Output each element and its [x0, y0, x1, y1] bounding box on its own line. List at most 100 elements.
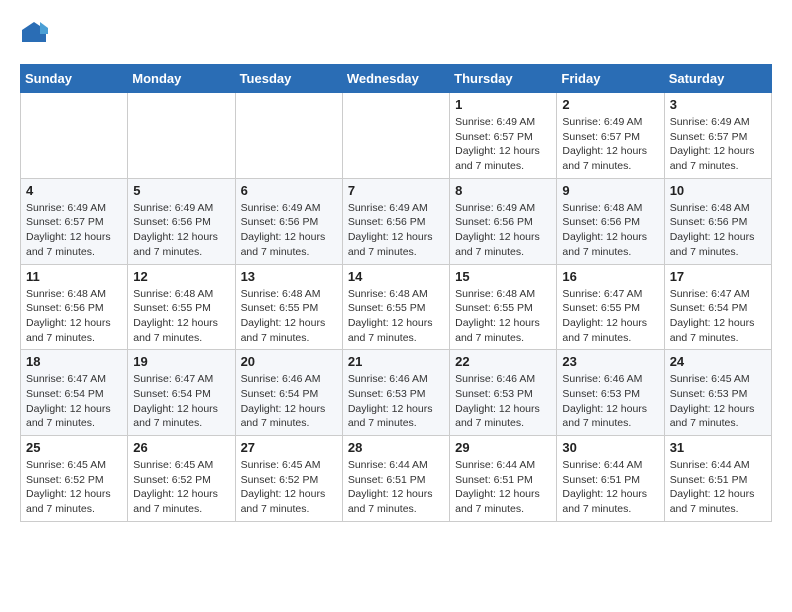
day-info: Sunrise: 6:48 AMSunset: 6:55 PMDaylight:… — [241, 287, 337, 346]
calendar-day: 20 Sunrise: 6:46 AMSunset: 6:54 PMDayligh… — [235, 350, 342, 436]
calendar-day: 12 Sunrise: 6:48 AMSunset: 6:55 PMDayligh… — [128, 264, 235, 350]
calendar-day: 3Sunrise: 6:49 AMSunset: 6:57 PMDaylight… — [664, 93, 771, 179]
calendar-day: 29Sunrise: 6:44 AMSunset: 6:51 PMDayligh… — [450, 436, 557, 522]
calendar-day: 19 Sunrise: 6:47 AMSunset: 6:54 PMDayligh… — [128, 350, 235, 436]
calendar-day: 6 Sunrise: 6:49 AMSunset: 6:56 PMDaylight… — [235, 178, 342, 264]
day-number: 14 — [348, 269, 444, 284]
logo-icon — [20, 20, 48, 48]
calendar-week-3: 11 Sunrise: 6:48 AMSunset: 6:56 PMDayligh… — [21, 264, 772, 350]
day-info: Sunrise: 6:47 AMSunset: 6:54 PMDaylight:… — [670, 287, 766, 346]
day-info: Sunrise: 6:44 AMSunset: 6:51 PMDaylight:… — [562, 458, 658, 517]
calendar-day: 21 Sunrise: 6:46 AMSunset: 6:53 PMDayligh… — [342, 350, 449, 436]
calendar-day: 4 Sunrise: 6:49 AMSunset: 6:57 PMDaylight… — [21, 178, 128, 264]
day-number: 26 — [133, 440, 229, 455]
day-info: Sunrise: 6:49 AMSunset: 6:57 PMDaylight:… — [562, 115, 658, 174]
calendar-day: 1 Sunrise: 6:49 AMSunset: 6:57 PMDaylight… — [450, 93, 557, 179]
day-number: 12 — [133, 269, 229, 284]
day-number: 8 — [455, 183, 551, 198]
day-info: Sunrise: 6:44 AMSunset: 6:51 PMDaylight:… — [348, 458, 444, 517]
col-header-sunday: Sunday — [21, 65, 128, 93]
calendar-day: 5 Sunrise: 6:49 AMSunset: 6:56 PMDaylight… — [128, 178, 235, 264]
calendar-table: SundayMondayTuesdayWednesdayThursdayFrid… — [20, 64, 772, 522]
day-number: 30 — [562, 440, 658, 455]
day-number: 28 — [348, 440, 444, 455]
day-number: 6 — [241, 183, 337, 198]
calendar-day: 8Sunrise: 6:49 AMSunset: 6:56 PMDaylight… — [450, 178, 557, 264]
day-info: Sunrise: 6:46 AMSunset: 6:53 PMDaylight:… — [455, 372, 551, 431]
day-number: 17 — [670, 269, 766, 284]
col-header-tuesday: Tuesday — [235, 65, 342, 93]
calendar-day — [128, 93, 235, 179]
calendar-header-row: SundayMondayTuesdayWednesdayThursdayFrid… — [21, 65, 772, 93]
calendar-day: 2 Sunrise: 6:49 AMSunset: 6:57 PMDaylight… — [557, 93, 664, 179]
day-info: Sunrise: 6:48 AMSunset: 6:55 PMDaylight:… — [348, 287, 444, 346]
day-info: Sunrise: 6:47 AMSunset: 6:54 PMDaylight:… — [133, 372, 229, 431]
day-number: 5 — [133, 183, 229, 198]
col-header-monday: Monday — [128, 65, 235, 93]
calendar-day: 15 Sunrise: 6:48 AMSunset: 6:55 PMDayligh… — [450, 264, 557, 350]
calendar-day: 14 Sunrise: 6:48 AMSunset: 6:55 PMDayligh… — [342, 264, 449, 350]
calendar-day: 30 Sunrise: 6:44 AMSunset: 6:51 PMDayligh… — [557, 436, 664, 522]
day-number: 4 — [26, 183, 122, 198]
day-number: 31 — [670, 440, 766, 455]
day-number: 20 — [241, 354, 337, 369]
day-number: 22 — [455, 354, 551, 369]
day-info: Sunrise: 6:49 AMSunset: 6:57 PMDaylight:… — [26, 201, 122, 260]
calendar-day: 26 Sunrise: 6:45 AMSunset: 6:52 PMDayligh… — [128, 436, 235, 522]
day-info: Sunrise: 6:48 AMSunset: 6:55 PMDaylight:… — [455, 287, 551, 346]
calendar-day: 22 Sunrise: 6:46 AMSunset: 6:53 PMDayligh… — [450, 350, 557, 436]
day-info: Sunrise: 6:45 AMSunset: 6:53 PMDaylight:… — [670, 372, 766, 431]
day-info: Sunrise: 6:46 AMSunset: 6:53 PMDaylight:… — [348, 372, 444, 431]
day-number: 7 — [348, 183, 444, 198]
calendar-day: 24 Sunrise: 6:45 AMSunset: 6:53 PMDayligh… — [664, 350, 771, 436]
day-number: 13 — [241, 269, 337, 284]
day-number: 18 — [26, 354, 122, 369]
calendar-week-1: 1 Sunrise: 6:49 AMSunset: 6:57 PMDaylight… — [21, 93, 772, 179]
col-header-thursday: Thursday — [450, 65, 557, 93]
calendar-day: 25 Sunrise: 6:45 AMSunset: 6:52 PMDayligh… — [21, 436, 128, 522]
day-number: 19 — [133, 354, 229, 369]
col-header-saturday: Saturday — [664, 65, 771, 93]
day-number: 24 — [670, 354, 766, 369]
calendar-week-4: 18 Sunrise: 6:47 AMSunset: 6:54 PMDayligh… — [21, 350, 772, 436]
day-number: 2 — [562, 97, 658, 112]
day-info: Sunrise: 6:44 AMSunset: 6:51 PMDaylight:… — [670, 458, 766, 517]
calendar-day — [235, 93, 342, 179]
day-info: Sunrise: 6:49 AMSunset: 6:56 PMDaylight:… — [348, 201, 444, 260]
day-number: 23 — [562, 354, 658, 369]
calendar-day: 13 Sunrise: 6:48 AMSunset: 6:55 PMDayligh… — [235, 264, 342, 350]
calendar-day — [21, 93, 128, 179]
calendar-day: 28 Sunrise: 6:44 AMSunset: 6:51 PMDayligh… — [342, 436, 449, 522]
day-info: Sunrise: 6:45 AMSunset: 6:52 PMDaylight:… — [26, 458, 122, 517]
col-header-friday: Friday — [557, 65, 664, 93]
calendar-week-5: 25 Sunrise: 6:45 AMSunset: 6:52 PMDayligh… — [21, 436, 772, 522]
calendar-day: 10Sunrise: 6:48 AMSunset: 6:56 PMDayligh… — [664, 178, 771, 264]
day-info: Sunrise: 6:46 AMSunset: 6:54 PMDaylight:… — [241, 372, 337, 431]
day-info: Sunrise: 6:47 AMSunset: 6:55 PMDaylight:… — [562, 287, 658, 346]
day-info: Sunrise: 6:48 AMSunset: 6:56 PMDaylight:… — [26, 287, 122, 346]
calendar-day: 27 Sunrise: 6:45 AMSunset: 6:52 PMDayligh… — [235, 436, 342, 522]
calendar-day: 23 Sunrise: 6:46 AMSunset: 6:53 PMDayligh… — [557, 350, 664, 436]
logo — [20, 20, 52, 48]
calendar-day: 9Sunrise: 6:48 AMSunset: 6:56 PMDaylight… — [557, 178, 664, 264]
day-number: 27 — [241, 440, 337, 455]
day-info: Sunrise: 6:49 AMSunset: 6:56 PMDaylight:… — [241, 201, 337, 260]
day-number: 10 — [670, 183, 766, 198]
day-info: Sunrise: 6:48 AMSunset: 6:55 PMDaylight:… — [133, 287, 229, 346]
day-info: Sunrise: 6:44 AMSunset: 6:51 PMDaylight:… — [455, 458, 551, 517]
day-number: 25 — [26, 440, 122, 455]
day-number: 21 — [348, 354, 444, 369]
day-info: Sunrise: 6:49 AMSunset: 6:56 PMDaylight:… — [133, 201, 229, 260]
day-info: Sunrise: 6:49 AMSunset: 6:57 PMDaylight:… — [455, 115, 551, 174]
calendar-day: 31 Sunrise: 6:44 AMSunset: 6:51 PMDayligh… — [664, 436, 771, 522]
day-number: 15 — [455, 269, 551, 284]
day-number: 1 — [455, 97, 551, 112]
day-info: Sunrise: 6:46 AMSunset: 6:53 PMDaylight:… — [562, 372, 658, 431]
day-info: Sunrise: 6:45 AMSunset: 6:52 PMDaylight:… — [241, 458, 337, 517]
day-number: 16 — [562, 269, 658, 284]
day-info: Sunrise: 6:45 AMSunset: 6:52 PMDaylight:… — [133, 458, 229, 517]
day-number: 11 — [26, 269, 122, 284]
calendar-week-2: 4 Sunrise: 6:49 AMSunset: 6:57 PMDaylight… — [21, 178, 772, 264]
calendar-day: 18Sunrise: 6:47 AMSunset: 6:54 PMDayligh… — [21, 350, 128, 436]
day-info: Sunrise: 6:49 AMSunset: 6:57 PMDaylight:… — [670, 115, 766, 174]
